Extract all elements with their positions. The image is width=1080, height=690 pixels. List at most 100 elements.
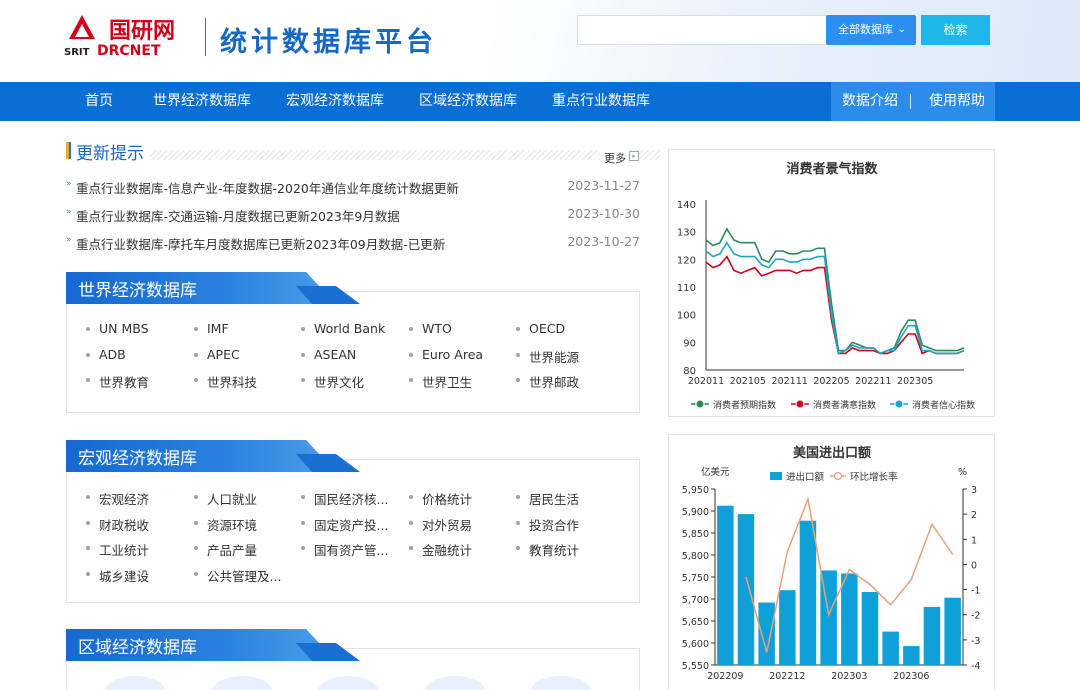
update-date: 2023-11-27 [567, 178, 640, 193]
x-tick-label: 202211 [855, 376, 891, 387]
legend-label: 消费者信心指数 [912, 399, 975, 411]
nav-home[interactable]: 首页 [85, 82, 113, 121]
bar [861, 592, 879, 665]
bullet-dot-icon [86, 495, 90, 499]
database-link-label: 国民经济核... [314, 492, 389, 507]
y-tick-label: 5,800 [682, 551, 709, 562]
x-tick-label: 202111 [772, 376, 808, 387]
nav-help[interactable]: 使用帮助 [929, 82, 985, 121]
search-scope-label: 全部数据库 [838, 23, 893, 36]
database-link-label: 公共管理及... [207, 568, 282, 584]
x-tick-label: 202303 [831, 671, 867, 682]
consumer-confidence-svg: 消费者景气指数 8090100110120130140202011 202105 2… [677, 161, 975, 411]
nav-separator [910, 94, 911, 109]
database-link-label: UN MBS [99, 321, 149, 336]
legend-marker [833, 471, 843, 481]
search-button[interactable]: 检索 [921, 15, 990, 45]
database-link-label: IMF [207, 321, 229, 336]
chart-title: 消费者景气指数 [786, 161, 878, 177]
legend-label: 进出口额 [786, 471, 825, 483]
section-title: 区域经济数据库 [78, 638, 197, 658]
database-link-label: 产品产量 [207, 543, 258, 558]
bullet-dot-icon [86, 571, 90, 576]
series-line [705, 241, 965, 355]
bar [841, 573, 858, 665]
updates-title: 更新提示 [76, 144, 144, 164]
update-row[interactable]: » 重点行业数据库-摩托车月度数据库已更新2023年09月数据-已更新 2023… [66, 234, 640, 252]
update-row[interactable]: » 重点行业数据库-信息产业-年度数据-2020年通信业年度统计数据更新 202… [66, 178, 640, 196]
y-tick-label: 110 [677, 283, 696, 294]
nav-data-intro[interactable]: 数据介绍 [842, 82, 898, 121]
y2-tick-label: 3 [971, 485, 977, 496]
site-title: 统计数据库平台 [220, 27, 437, 58]
database-link-label: 人口就业 [207, 492, 258, 507]
bullet-arrow-icon: » [66, 179, 72, 189]
y-tick-label: 5,650 [682, 617, 709, 628]
drcnet-logo[interactable]: 国研网 SRIT DRCNET [64, 12, 192, 58]
database-link-label: 固定资产投... [314, 517, 389, 533]
x-tick-label: 202306 [893, 671, 929, 682]
bullet-dot-icon [301, 378, 305, 382]
bullet-dot-icon [516, 495, 520, 499]
nav-right-group: 数据介绍 使用帮助 [831, 82, 995, 121]
x-tick-label: 202105 [730, 376, 766, 387]
bullet-dot-icon [301, 546, 305, 550]
svg-text:SRIT: SRIT [64, 47, 90, 58]
update-text[interactable]: 重点行业数据库-交通运输-月度数据已更新2023年9月数据 [76, 206, 400, 225]
updates-header: 更新提示 更多 ▸ [66, 140, 660, 166]
database-link-label: ADB [99, 346, 126, 362]
search-input[interactable] [577, 15, 827, 45]
nav-world-economy[interactable]: 世界经济数据库 [153, 82, 251, 121]
bullet-dot-icon [86, 378, 90, 382]
consumer-confidence-chart: 消费者景气指数 80 90 100 110 120 130 140 202011 202105 2… [668, 149, 995, 417]
svg-text:DRCNET: DRCNET [97, 43, 161, 58]
database-link-label: World Bank [314, 321, 386, 336]
nav-macro-economy[interactable]: 宏观经济数据库 [286, 82, 384, 121]
more-arrow-icon[interactable]: ▸ [629, 151, 639, 161]
bullet-dot-icon [301, 495, 305, 499]
update-text[interactable]: 重点行业数据库-信息产业-年度数据-2020年通信业年度统计数据更新 [76, 178, 459, 197]
y-tick-label: 100 [677, 311, 696, 322]
bullet-dot-icon [301, 327, 305, 331]
y-tick-label: 5,950 [682, 485, 709, 496]
y-tick-label: 130 [677, 228, 696, 239]
stripe-divider [150, 150, 660, 160]
y-tick-label: 5,750 [682, 573, 709, 584]
database-link-label: 世界教育 [99, 375, 150, 390]
database-link-label: 财政税收 [99, 517, 150, 533]
nav-key-industry[interactable]: 重点行业数据库 [552, 82, 650, 121]
database-link-label: 工业统计 [99, 543, 150, 558]
database-link-label: 城乡建设 [99, 568, 150, 584]
bullet-dot-icon [516, 546, 520, 550]
bullet-arrow-icon: » [66, 207, 72, 217]
bar [799, 520, 817, 665]
database-link-label: APEC [207, 346, 240, 362]
database-link-label: 世界能源 [529, 349, 580, 365]
update-text[interactable]: 重点行业数据库-摩托车月度数据库已更新2023年09月数据-已更新 [76, 234, 445, 253]
legend-marker [770, 472, 782, 480]
bullet-dot-icon [409, 495, 413, 499]
nav-regional-economy[interactable]: 区域经济数据库 [419, 82, 517, 121]
updates-more-link[interactable]: 更多 [600, 150, 630, 166]
bullet-dot-icon [409, 352, 413, 357]
legend-marker [894, 399, 904, 409]
y2-tick-label: 0 [971, 560, 977, 571]
bullet-dot-icon [301, 520, 305, 525]
database-link-label: 金融统计 [422, 543, 473, 558]
legend-marker [795, 399, 805, 409]
chevron-down-icon: ⌄ [897, 24, 906, 35]
database-link-label: 宏观经济 [99, 492, 150, 507]
y-tick-label: 140 [677, 200, 696, 211]
database-link-label: 世界文化 [314, 375, 365, 390]
update-row[interactable]: » 重点行业数据库-交通运输-月度数据已更新2023年9月数据 2023-10-… [66, 206, 640, 224]
section-title: 宏观经济数据库 [78, 449, 197, 469]
title-accent-blue [69, 142, 71, 159]
search-scope-dropdown[interactable]: 全部数据库 ⌄ [826, 15, 916, 45]
database-link-label: 居民生活 [529, 492, 580, 507]
update-date: 2023-10-27 [567, 234, 640, 249]
x-tick-label: 202212 [769, 671, 805, 682]
database-link-label: 教育统计 [529, 543, 580, 558]
database-link-label: 国有资产管... [314, 543, 389, 558]
bullet-dot-icon [86, 352, 90, 357]
database-link-label: WTO [422, 321, 452, 336]
